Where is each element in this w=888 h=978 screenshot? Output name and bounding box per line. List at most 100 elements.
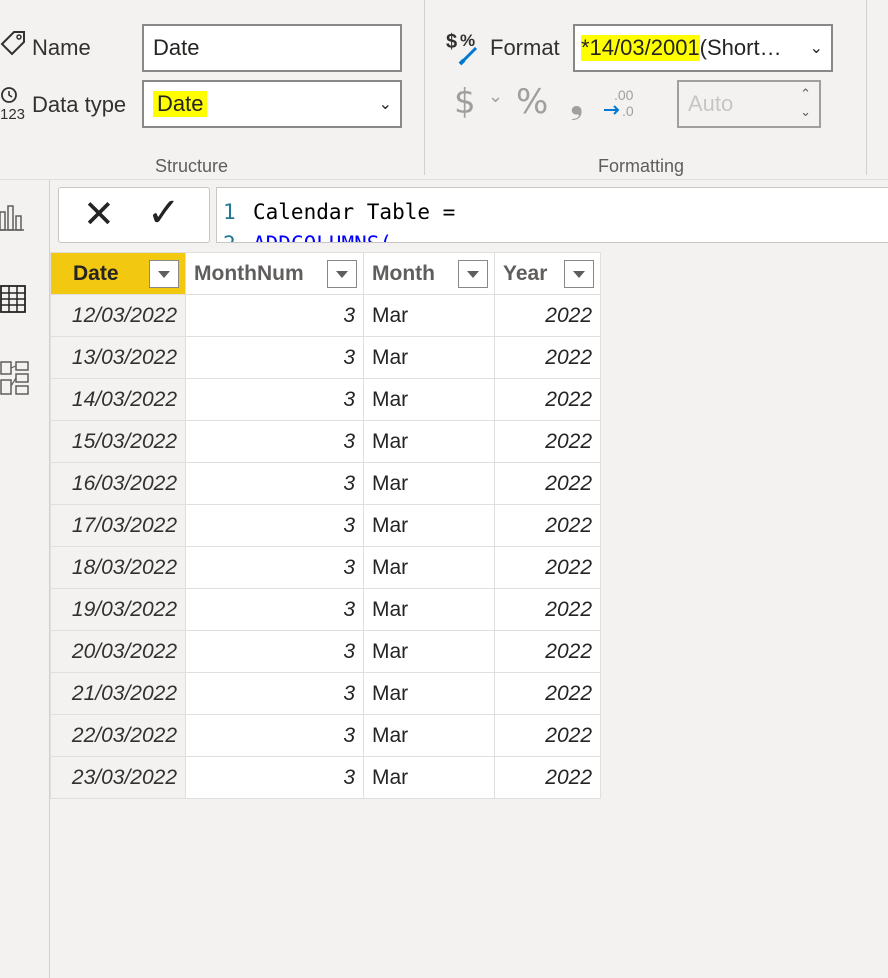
month-cell[interactable]: Mar bbox=[363, 714, 495, 757]
date-cell[interactable]: 17/03/2022 bbox=[50, 504, 186, 547]
table-row: 13/03/2022 3 Mar 2022 bbox=[50, 336, 601, 379]
svg-text:.0: .0 bbox=[622, 103, 634, 119]
year-cell[interactable]: 2022 bbox=[494, 714, 601, 757]
month-cell[interactable]: Mar bbox=[363, 420, 495, 463]
year-cell[interactable]: 2022 bbox=[494, 336, 601, 379]
bar-chart-icon[interactable] bbox=[0, 202, 26, 232]
table-row: 17/03/2022 3 Mar 2022 bbox=[50, 504, 601, 547]
currency-icon[interactable]: $ bbox=[454, 82, 476, 122]
month-cell[interactable]: Mar bbox=[363, 588, 495, 631]
year-cell[interactable]: 2022 bbox=[494, 504, 601, 547]
date-cell[interactable]: 16/03/2022 bbox=[50, 462, 186, 505]
column-header-date[interactable]: Date bbox=[50, 252, 186, 295]
monthnum-cell[interactable]: 3 bbox=[185, 588, 364, 631]
table-row: 23/03/2022 3 Mar 2022 bbox=[50, 756, 601, 799]
month-cell[interactable]: Mar bbox=[363, 462, 495, 505]
chevron-down-icon: ⌄ bbox=[807, 38, 823, 58]
name-input[interactable]: Date bbox=[142, 24, 402, 72]
year-cell[interactable]: 2022 bbox=[494, 378, 601, 421]
table-row: 20/03/2022 3 Mar 2022 bbox=[50, 630, 601, 673]
decimal-places-input[interactable]: Auto ⌃ ⌄ bbox=[677, 80, 821, 128]
date-cell[interactable]: 12/03/2022 bbox=[50, 294, 186, 337]
percent-icon[interactable]: % bbox=[516, 82, 548, 122]
structure-group-title: Structure bbox=[155, 156, 229, 176]
monthnum-cell[interactable]: 3 bbox=[185, 504, 364, 547]
year-cell[interactable]: 2022 bbox=[494, 672, 601, 715]
month-cell[interactable]: Mar bbox=[363, 672, 495, 715]
filter-dropdown-icon[interactable] bbox=[149, 260, 179, 288]
date-cell[interactable]: 20/03/2022 bbox=[50, 630, 186, 673]
filter-dropdown-icon[interactable] bbox=[458, 260, 488, 288]
monthnum-cell[interactable]: 3 bbox=[185, 462, 364, 505]
monthnum-cell[interactable]: 3 bbox=[185, 378, 364, 421]
commit-icon[interactable]: ✓ bbox=[147, 190, 181, 236]
cancel-icon[interactable]: ✕ bbox=[83, 192, 115, 236]
date-cell[interactable]: 22/03/2022 bbox=[50, 714, 186, 757]
format-select[interactable]: *14/03/2001 (Short… ⌄ bbox=[573, 24, 833, 72]
formula-editor[interactable]: 1 Calendar Table = 2 ADDCOLUMNS( bbox=[216, 187, 888, 243]
year-cell[interactable]: 2022 bbox=[494, 294, 601, 337]
date-cell[interactable]: 19/03/2022 bbox=[50, 588, 186, 631]
year-cell[interactable]: 2022 bbox=[494, 420, 601, 463]
formatting-group-title: Formatting bbox=[598, 156, 685, 176]
table-row: 14/03/2022 3 Mar 2022 bbox=[50, 378, 601, 421]
column-header-monthnum[interactable]: MonthNum bbox=[185, 252, 364, 295]
line-number: 1 bbox=[223, 200, 236, 224]
filter-dropdown-icon[interactable] bbox=[564, 260, 594, 288]
column-header-year[interactable]: Year bbox=[494, 252, 601, 295]
tag-icon bbox=[0, 31, 25, 56]
date-cell[interactable]: 23/03/2022 bbox=[50, 756, 186, 799]
monthnum-cell[interactable]: 3 bbox=[185, 294, 364, 337]
svg-text:.00: .00 bbox=[614, 87, 634, 103]
format-value-rest: (Short… bbox=[699, 35, 782, 60]
table-row: 21/03/2022 3 Mar 2022 bbox=[50, 672, 601, 715]
line-number: 2 bbox=[223, 232, 236, 242]
table-row: 12/03/2022 3 Mar 2022 bbox=[50, 294, 601, 337]
date-cell[interactable]: 18/03/2022 bbox=[50, 546, 186, 589]
column-header-month[interactable]: Month bbox=[363, 252, 495, 295]
ribbon-divider bbox=[424, 0, 425, 175]
month-cell[interactable]: Mar bbox=[363, 504, 495, 547]
monthnum-cell[interactable]: 3 bbox=[185, 630, 364, 673]
ribbon-divider bbox=[866, 0, 867, 175]
formula-line: Calendar Table = bbox=[253, 200, 456, 224]
year-cell[interactable]: 2022 bbox=[494, 756, 601, 799]
month-cell[interactable]: Mar bbox=[363, 336, 495, 379]
decimal-places-icon[interactable]: .00 .0 bbox=[602, 86, 638, 120]
date-cell[interactable]: 13/03/2022 bbox=[50, 336, 186, 379]
monthnum-cell[interactable]: 3 bbox=[185, 756, 364, 799]
filter-dropdown-icon[interactable] bbox=[327, 260, 357, 288]
month-cell[interactable]: Mar bbox=[363, 630, 495, 673]
table-icon[interactable] bbox=[0, 284, 28, 314]
year-cell[interactable]: 2022 bbox=[494, 546, 601, 589]
column-header-label: Month bbox=[372, 261, 435, 285]
date-cell[interactable]: 15/03/2022 bbox=[50, 420, 186, 463]
format-value-highlight: *14/03/2001 bbox=[581, 35, 700, 61]
table-row: 19/03/2022 3 Mar 2022 bbox=[50, 588, 601, 631]
month-cell[interactable]: Mar bbox=[363, 756, 495, 799]
year-cell[interactable]: 2022 bbox=[494, 588, 601, 631]
monthnum-cell[interactable]: 3 bbox=[185, 546, 364, 589]
table-row: 22/03/2022 3 Mar 2022 bbox=[50, 714, 601, 757]
month-cell[interactable]: Mar bbox=[363, 378, 495, 421]
column-header-label: MonthNum bbox=[194, 261, 304, 285]
monthnum-cell[interactable]: 3 bbox=[185, 672, 364, 715]
formula-line: ADDCOLUMNS( bbox=[253, 232, 392, 242]
column-header-label: Date bbox=[73, 261, 119, 285]
dollar-percent-brush-icon: $ % bbox=[446, 31, 478, 66]
date-cell[interactable]: 14/03/2022 bbox=[50, 378, 186, 421]
monthnum-cell[interactable]: 3 bbox=[185, 420, 364, 463]
chevron-down-icon[interactable]: ⌄ bbox=[488, 86, 503, 107]
spinner-icon[interactable]: ⌃ ⌄ bbox=[800, 85, 811, 121]
month-cell[interactable]: Mar bbox=[363, 546, 495, 589]
year-cell[interactable]: 2022 bbox=[494, 462, 601, 505]
monthnum-cell[interactable]: 3 bbox=[185, 714, 364, 757]
date-cell[interactable]: 21/03/2022 bbox=[50, 672, 186, 715]
monthnum-cell[interactable]: 3 bbox=[185, 336, 364, 379]
comma-icon[interactable]: ❟ bbox=[570, 82, 583, 122]
year-cell[interactable]: 2022 bbox=[494, 630, 601, 673]
datatype-select[interactable]: Date ⌄ bbox=[142, 80, 402, 128]
month-cell[interactable]: Mar bbox=[363, 294, 495, 337]
model-icon[interactable] bbox=[0, 360, 30, 400]
table-row: 18/03/2022 3 Mar 2022 bbox=[50, 546, 601, 589]
